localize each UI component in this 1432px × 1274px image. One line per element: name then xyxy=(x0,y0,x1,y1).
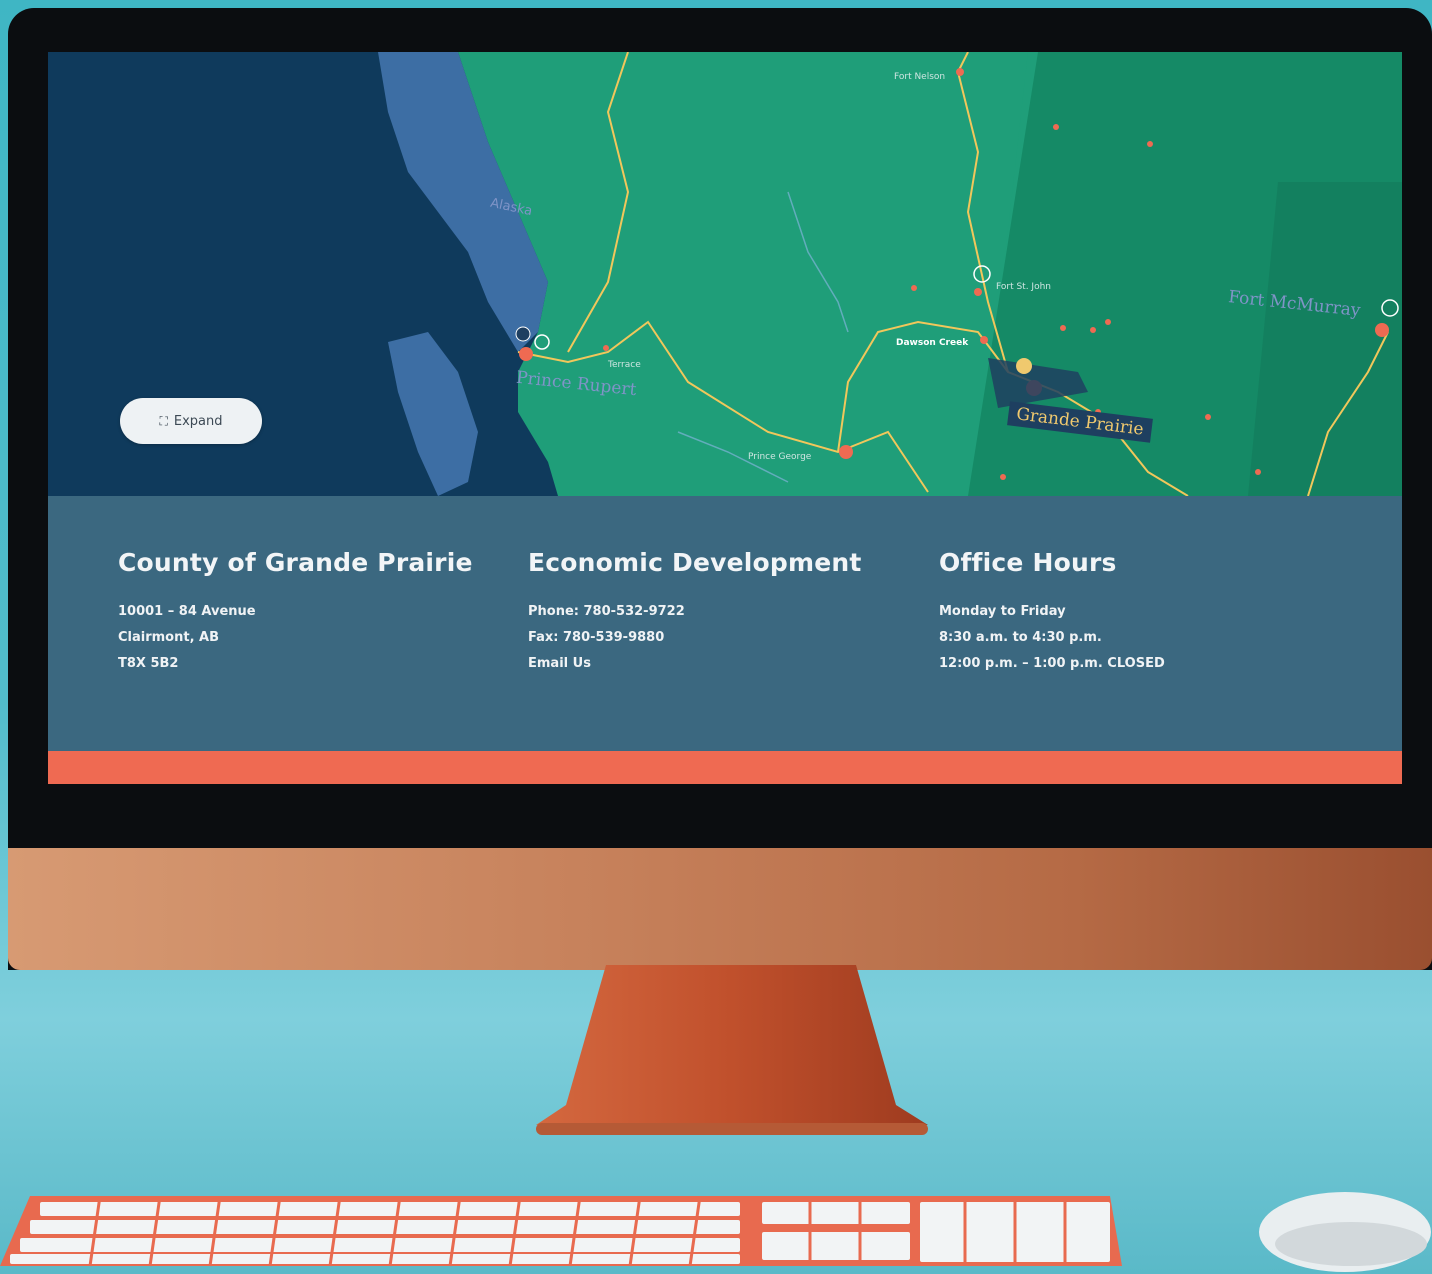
hours-line: 8:30 a.m. to 4:30 p.m. xyxy=(939,630,1102,645)
county-address-line: 10001 – 84 Avenue xyxy=(118,604,256,619)
hours-column: Office Hours Monday to Friday 8:30 a.m. … xyxy=(939,548,1165,677)
county-column: County of Grande Prairie 10001 – 84 Aven… xyxy=(118,548,473,677)
hours-line: Monday to Friday xyxy=(939,604,1066,619)
email-us-link[interactable]: Email Us xyxy=(528,651,862,677)
monitor-chin xyxy=(8,848,1432,970)
expand-label: Expand xyxy=(173,413,223,429)
regional-map[interactable]: Alaska Prince Rupert Grande Prairie Fort… xyxy=(48,52,1402,496)
county-title: County of Grande Prairie xyxy=(118,548,473,577)
fax-text: Fax: 780-539-9880 xyxy=(528,630,665,645)
keyboard xyxy=(0,1196,1122,1267)
label-dawson-creek: Dawson Creek xyxy=(896,338,969,348)
footer-accent-bar xyxy=(48,751,1402,784)
county-address-line: Clairmont, AB xyxy=(118,630,220,645)
economic-title: Economic Development xyxy=(528,548,862,577)
expand-map-button[interactable]: ⛶ Expand xyxy=(120,398,262,444)
label-prince-george: Prince George xyxy=(748,452,812,462)
hours-line: 12:00 p.m. – 1:00 p.m. CLOSED xyxy=(939,656,1165,671)
contact-info-section: County of Grande Prairie 10001 – 84 Aven… xyxy=(48,496,1402,751)
label-fort-nelson: Fort Nelson xyxy=(894,72,946,82)
website-screen: Alaska Prince Rupert Grande Prairie Fort… xyxy=(48,52,1402,784)
expand-icon: ⛶ xyxy=(159,413,168,428)
economic-column: Economic Development Phone: 780-532-9722… xyxy=(528,548,862,677)
monitor-stand xyxy=(536,965,928,1135)
county-address-line: T8X 5B2 xyxy=(118,656,179,671)
phone-text: Phone: 780-532-9722 xyxy=(528,604,685,619)
hours-title: Office Hours xyxy=(939,548,1117,577)
mouse xyxy=(1259,1192,1431,1272)
label-fort-st-john: Fort St. John xyxy=(996,282,1051,292)
label-terrace: Terrace xyxy=(608,360,641,370)
monitor: Alaska Prince Rupert Grande Prairie Fort… xyxy=(8,8,1432,970)
